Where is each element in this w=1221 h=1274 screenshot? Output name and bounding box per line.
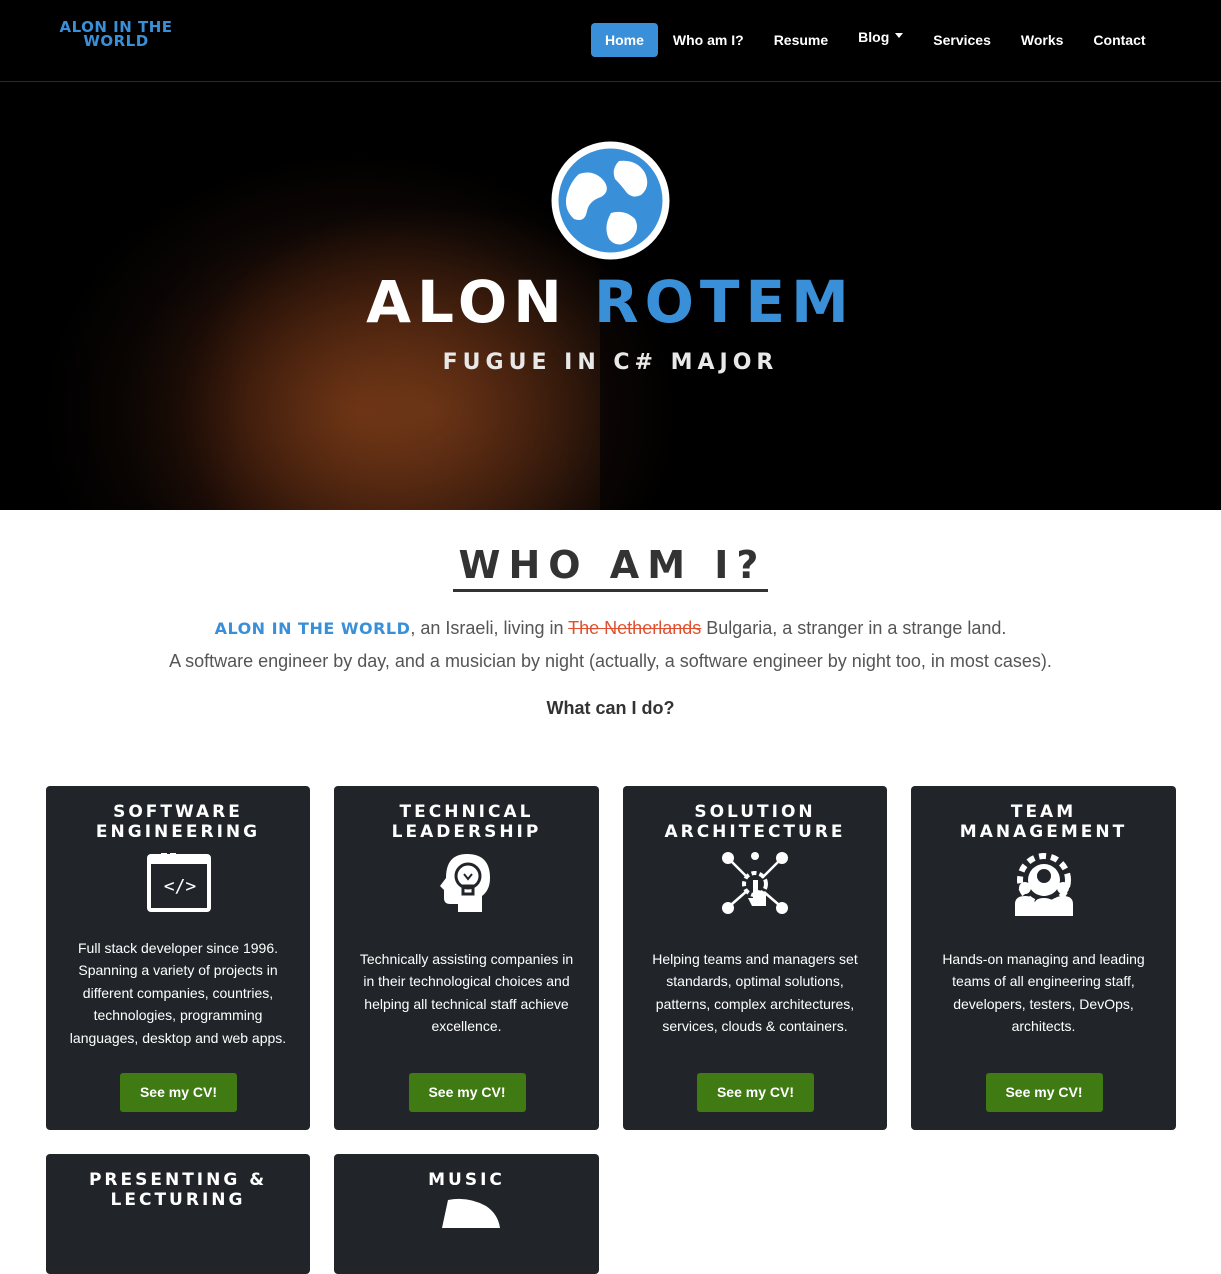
card-title-line-2: ARCHITECTURE bbox=[664, 822, 846, 842]
hero-first-name: ALON bbox=[366, 268, 568, 336]
see-cv-button[interactable]: See my CV! bbox=[408, 1073, 526, 1112]
nav-blog-label: Blog bbox=[858, 29, 890, 45]
service-card-presenting-lecturing: PRESENTING & LECTURING bbox=[46, 1154, 310, 1274]
code-window-icon: </> bbox=[147, 853, 211, 912]
card-title-line-2: LECTURING bbox=[110, 1190, 246, 1210]
main-nav: Home Who am I? Resume Blog Services Work… bbox=[591, 23, 1161, 57]
card-title-line-2: LEADERSHIP bbox=[391, 822, 542, 842]
card-title-line-2: ENGINEERING bbox=[95, 822, 261, 842]
team-gear-icon bbox=[1014, 853, 1073, 916]
card-title-line-1: MUSIC bbox=[428, 1170, 505, 1190]
chevron-down-icon bbox=[895, 32, 904, 38]
card-title-line-1: PRESENTING & bbox=[88, 1170, 268, 1190]
intro-text: ALON IN THE WORLD, an Israeli, living in… bbox=[0, 612, 1221, 677]
section-title-text: WHO AM I? bbox=[452, 543, 769, 592]
brand-logo[interactable]: ALON IN THE WORLD bbox=[59, 20, 173, 50]
service-card-software-engineering: SOFTWARE ENGINEERING </> Full stack devel… bbox=[46, 786, 310, 1130]
card-description: Hands-on managing and leading teams of a… bbox=[942, 951, 1145, 1035]
card-title-line-2: MANAGEMENT bbox=[959, 822, 1128, 842]
service-card-solution-architecture: SOLUTION ARCHITECTURE Helping teams and m… bbox=[623, 786, 887, 1130]
nav-works[interactable]: Works bbox=[1006, 23, 1079, 57]
brand-inline: ALON IN THE WORLD bbox=[214, 619, 411, 638]
globe-icon bbox=[551, 141, 670, 260]
svg-text:</>: </> bbox=[164, 876, 197, 897]
what-can-i-do-heading: What can I do? bbox=[546, 698, 675, 718]
hero-last-name: ROTEM bbox=[593, 268, 855, 336]
see-cv-button[interactable]: See my CV! bbox=[120, 1073, 237, 1112]
card-description: Full stack developer since 1996. Spannin… bbox=[69, 940, 287, 1046]
nav-blog-dropdown[interactable]: Blog bbox=[843, 20, 918, 54]
card-title-line-1: SOFTWARE bbox=[113, 802, 243, 822]
lightbulb-head-icon bbox=[439, 854, 490, 912]
navbar: ALON IN THE WORLD Home Who am I? Resume … bbox=[0, 0, 1221, 82]
intro-line-1: ALON IN THE WORLD, an Israeli, living in… bbox=[214, 618, 1007, 638]
intro-line-2: A software engineer by day, and a musici… bbox=[169, 651, 1052, 671]
card-title-line-1: SOLUTION bbox=[694, 802, 816, 822]
network-hand-icon bbox=[722, 852, 788, 914]
brand-line-2: WORLD bbox=[83, 32, 149, 50]
service-card-team-management: TEAM MANAGEMENT Hands-on managing and lea… bbox=[911, 786, 1176, 1130]
see-cv-button[interactable]: See my CV! bbox=[985, 1073, 1103, 1112]
nav-services[interactable]: Services bbox=[918, 23, 1006, 57]
hero-tagline: FUGUE IN C# MAJOR bbox=[442, 350, 779, 375]
music-icon bbox=[442, 1198, 500, 1228]
struck-location: The Netherlands bbox=[568, 618, 702, 638]
card-title-line-1: TEAM bbox=[1010, 802, 1077, 822]
service-card-technical-leadership: TECHNICAL LEADERSHIP Technically assistin… bbox=[334, 786, 599, 1130]
nav-contact[interactable]: Contact bbox=[1078, 23, 1160, 57]
card-title-line-1: TECHNICAL bbox=[399, 802, 534, 822]
nav-who-am-i[interactable]: Who am I? bbox=[658, 23, 759, 57]
card-description: Technically assisting companies in in th… bbox=[359, 951, 574, 1035]
section-title-who-am-i: WHO AM I? bbox=[0, 543, 1221, 592]
card-description: Helping teams and managers set standards… bbox=[652, 951, 858, 1035]
service-card-music: MUSIC bbox=[334, 1154, 599, 1274]
nav-resume[interactable]: Resume bbox=[759, 23, 843, 57]
hero-name: ALON ROTEM bbox=[0, 267, 1221, 337]
hero-banner: ALON ROTEM FUGUE IN C# MAJOR bbox=[0, 82, 1221, 510]
nav-home[interactable]: Home bbox=[591, 23, 658, 57]
see-cv-button[interactable]: See my CV! bbox=[697, 1073, 814, 1112]
